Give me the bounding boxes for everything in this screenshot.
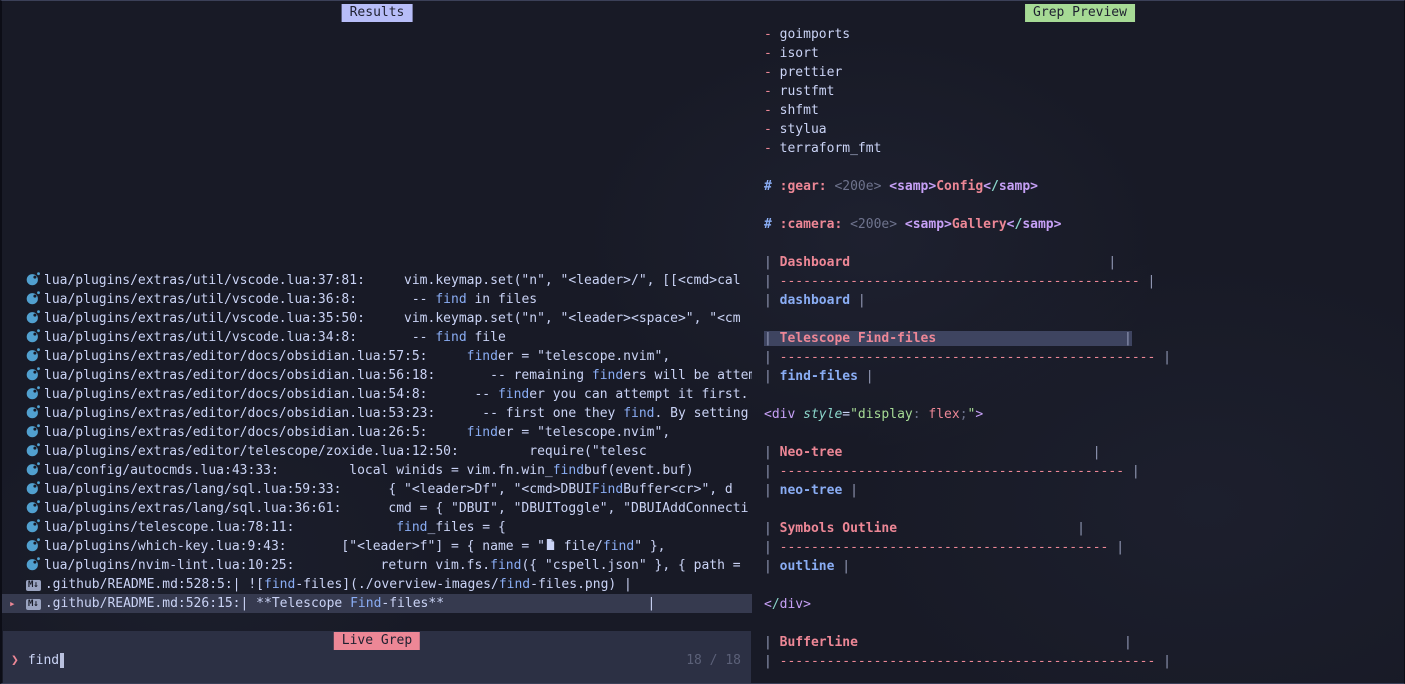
preview-line: | Dashboard | (764, 253, 1405, 272)
prompt-query-text: find (28, 651, 59, 670)
preview-line: | --------------------------------------… (764, 272, 1405, 291)
result-row[interactable]: lua/plugins/extras/editor/docs/obsidian.… (2, 423, 752, 442)
lua-icon (26, 481, 40, 495)
preview-line: - rustfmt (764, 82, 1405, 101)
lua-icon (26, 538, 40, 552)
preview-line: | find-files | (764, 367, 1405, 386)
preview-line (764, 386, 1405, 405)
result-row[interactable]: lua/plugins/extras/util/vscode.lua:36:8:… (2, 290, 752, 309)
lua-icon (26, 424, 40, 438)
lua-icon (26, 386, 40, 400)
result-row[interactable]: lua/plugins/extras/editor/telescope/zoxi… (2, 442, 752, 461)
lua-icon (26, 500, 40, 514)
preview-line (764, 500, 1405, 519)
preview-line: | --------------------------------------… (764, 462, 1405, 481)
telescope-live-grep-window: Results lua/plugins/extras/util/vscode.l… (0, 0, 1405, 684)
result-row[interactable]: lua/plugins/extras/editor/docs/obsidian.… (2, 347, 752, 366)
result-row[interactable]: lua/plugins/extras/lang/sql.lua:59:33: {… (2, 480, 752, 499)
preview-line (764, 158, 1405, 177)
prompt-chevron-icon: ❯ (11, 651, 19, 670)
lua-icon (26, 367, 40, 381)
result-row[interactable]: lua/plugins/extras/util/vscode.lua:34:8:… (2, 328, 752, 347)
result-row[interactable]: lua/plugins/extras/editor/docs/obsidian.… (2, 366, 752, 385)
markdown-icon: M↓ (26, 580, 41, 591)
preview-line: | outline | (764, 557, 1405, 576)
live-grep-title-badge: Live Grep (334, 632, 420, 650)
result-row[interactable]: lua/plugins/extras/util/vscode.lua:37:81… (2, 271, 752, 290)
preview-line: | Telescope Find-files | (764, 329, 1405, 348)
preview-line: - prettier (764, 63, 1405, 82)
preview-line: | Symbols Outline | (764, 519, 1405, 538)
preview-line: <div style="display: flex;"> (764, 405, 1405, 424)
result-row[interactable]: lua/config/autocmds.lua:43:33: local win… (2, 461, 752, 480)
text-cursor (60, 653, 64, 668)
markdown-icon: M↓ (26, 599, 41, 610)
preview-line: | --------------------------------------… (764, 652, 1405, 671)
result-row[interactable]: M↓.github/README.md:528:5:| ![find-files… (2, 575, 752, 594)
lua-icon (26, 462, 40, 476)
lua-icon (26, 348, 40, 362)
preview-line (764, 234, 1405, 253)
preview-line: - isort (764, 44, 1405, 63)
preview-line: - shfmt (764, 101, 1405, 120)
lua-icon (26, 310, 40, 324)
preview-body: - goimports- isort- prettier- rustfmt- s… (764, 25, 1405, 671)
prompt-input[interactable]: ❯ find 18 / 18 (11, 651, 741, 670)
lua-icon (26, 443, 40, 457)
grep-preview-title-badge: Grep Preview (1025, 4, 1135, 22)
result-row[interactable]: lua/plugins/which-key.lua:9:43: ["<leade… (2, 537, 752, 556)
lua-icon (26, 329, 40, 343)
preview-line (764, 310, 1405, 329)
lua-icon (26, 405, 40, 419)
results-title-badge: Results (342, 4, 413, 22)
lua-icon (26, 519, 40, 533)
preview-line: # :gear: <200e> <samp>Config</samp> (764, 177, 1405, 196)
result-counter: 18 / 18 (686, 651, 741, 670)
lua-icon (26, 557, 40, 571)
result-row[interactable]: lua/plugins/extras/util/vscode.lua:35:50… (2, 309, 752, 328)
preview-line (764, 424, 1405, 443)
result-row[interactable]: lua/plugins/telescope.lua:78:11: find_fi… (2, 518, 752, 537)
selection-caret-icon: ▸ (9, 594, 16, 613)
preview-line: | --------------------------------------… (764, 538, 1405, 557)
preview-line (764, 196, 1405, 215)
preview-line: - stylua (764, 120, 1405, 139)
preview-line: | dashboard | (764, 291, 1405, 310)
results-panel: Results lua/plugins/extras/util/vscode.l… (2, 1, 752, 623)
preview-line: | neo-tree | (764, 481, 1405, 500)
lua-icon (26, 291, 40, 305)
preview-line: - terraform_fmt (764, 139, 1405, 158)
preview-line: | --------------------------------------… (764, 348, 1405, 367)
preview-line: </div> (764, 595, 1405, 614)
preview-line (764, 614, 1405, 633)
result-row[interactable]: lua/plugins/extras/editor/docs/obsidian.… (2, 385, 752, 404)
preview-line: | Bufferline | (764, 633, 1405, 652)
result-row[interactable]: lua/plugins/extras/editor/docs/obsidian.… (2, 404, 752, 423)
result-row[interactable]: lua/plugins/nvim-lint.lua:10:25: return … (2, 556, 752, 575)
preview-line: # :camera: <200e> <samp>Gallery</samp> (764, 215, 1405, 234)
lua-icon (26, 272, 40, 286)
result-row[interactable]: ▸M↓.github/README.md:526:15:| **Telescop… (2, 594, 752, 613)
file-icon (545, 538, 556, 556)
preview-line: - goimports (764, 25, 1405, 44)
results-list: lua/plugins/extras/util/vscode.lua:37:81… (2, 271, 752, 613)
preview-panel: Grep Preview - goimports- isort- prettie… (754, 1, 1405, 683)
preview-line: | Neo-tree | (764, 443, 1405, 462)
result-row[interactable]: lua/plugins/extras/lang/sql.lua:36:61: c… (2, 499, 752, 518)
preview-line (764, 576, 1405, 595)
prompt-window: Live Grep ❯ find 18 / 18 (3, 631, 751, 683)
